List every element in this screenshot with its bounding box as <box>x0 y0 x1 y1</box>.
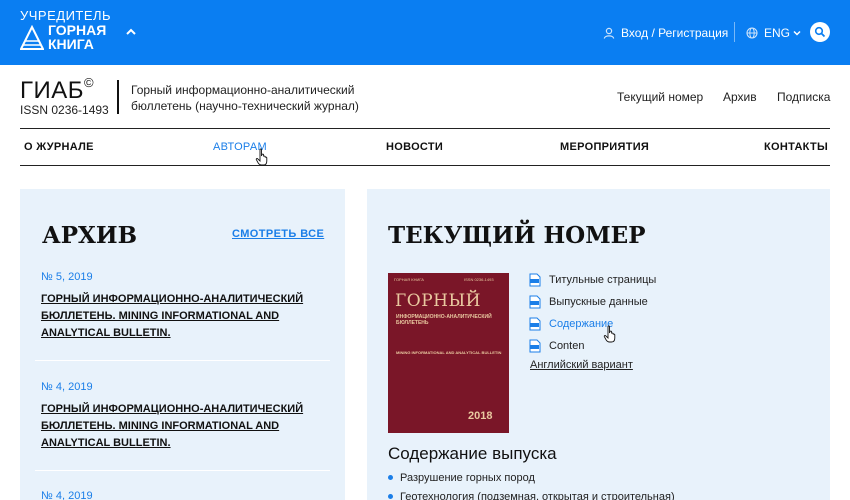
contents-item[interactable]: Разрушение горных пород <box>388 472 535 484</box>
hand-cursor-icon <box>603 325 616 343</box>
nav-item-about[interactable]: О ЖУРНАЛЕ <box>24 141 94 153</box>
contents-item-label: Разрушение горных пород <box>400 472 535 484</box>
pdf-icon <box>529 273 541 287</box>
doc-link-contents[interactable]: Содержание <box>529 316 613 332</box>
journal-issn: ISSN 0236-1493 <box>20 103 109 117</box>
publisher-logo[interactable]: УЧРЕДИТЕЛЬ ГОРНАЯ КНИГА <box>20 8 130 56</box>
nav-top-border <box>20 128 830 129</box>
pdf-icon <box>529 295 541 309</box>
journal-abbr-text: ГИАБ <box>20 77 85 104</box>
hand-cursor-icon <box>255 148 268 166</box>
cover-issn: ISSN 0236-1493 <box>464 277 494 282</box>
cover-title: ГОРНЫЙ <box>395 291 482 311</box>
archive-card: АРХИВ СМОТРЕТЬ ВСЕ № 5, 2019 ГОРНЫЙ ИНФО… <box>20 189 345 500</box>
english-version-link[interactable]: Английский вариант <box>530 359 633 371</box>
nav-item-news[interactable]: НОВОСТИ <box>386 141 443 153</box>
header-link-current-issue[interactable]: Текущий номер <box>617 90 703 104</box>
login-register-link[interactable]: Вход / Регистрация <box>603 24 728 42</box>
contents-item-label: Геотехнология (подземная, открытая и стр… <box>400 491 675 500</box>
cover-subtitle: ИНФОРМАЦИОННО-АНАЛИТИЧЕСКИЙ БЮЛЛЕТЕНЬ <box>396 314 492 326</box>
bullet-icon <box>388 493 393 499</box>
publisher-name-line1: ГОРНАЯ <box>48 22 107 38</box>
nav-bottom-border <box>20 165 830 166</box>
doc-link-label: Conten <box>549 340 585 352</box>
doc-link-label: Выпускные данные <box>549 296 648 308</box>
top-bar: УЧРЕДИТЕЛЬ ГОРНАЯ КНИГА Вход / Регистрац… <box>0 0 850 65</box>
nav-item-contacts[interactable]: КОНТАКТЫ <box>764 141 828 153</box>
chevron-down-icon <box>793 30 801 36</box>
archive-issue-title[interactable]: ГОРНЫЙ ИНФОРМАЦИОННО-АНАЛИТИЧЕСКИЙ БЮЛЛЕ… <box>41 291 331 342</box>
publisher-name-line2: КНИГА <box>48 36 94 52</box>
archive-issue-title[interactable]: ГОРНЫЙ ИНФОРМАЦИОННО-АНАЛИТИЧЕСКИЙ БЮЛЛЕ… <box>41 401 331 452</box>
contents-item[interactable]: Геотехнология (подземная, открытая и стр… <box>388 491 675 500</box>
user-icon <box>603 27 615 39</box>
header-link-archive[interactable]: Архив <box>723 90 757 104</box>
archive-issue-number[interactable]: № 4, 2019 <box>41 381 93 393</box>
globe-icon <box>746 27 758 39</box>
language-switcher[interactable]: ENG <box>746 24 801 42</box>
doc-link-contents-en[interactable]: Conten <box>529 338 584 354</box>
doc-link-title-pages[interactable]: Титульные страницы <box>529 272 656 288</box>
publisher-name: ГОРНАЯ КНИГА <box>48 23 106 51</box>
search-icon <box>814 26 826 38</box>
archive-issue-number[interactable]: № 4, 2019 <box>41 490 93 500</box>
journal-description: Горный информационно-аналитический бюлле… <box>131 83 359 113</box>
archive-separator <box>35 470 330 471</box>
archive-issue-number[interactable]: № 5, 2019 <box>41 271 93 283</box>
search-button[interactable] <box>810 22 830 42</box>
header-link-subscription[interactable]: Подписка <box>777 90 830 104</box>
brand-divider <box>117 80 119 114</box>
see-all-link[interactable]: СМОТРЕТЬ ВСЕ <box>232 228 324 240</box>
cover-subtitle-en: MINING INFORMATIONAL AND ANALYTICAL BULL… <box>396 350 502 355</box>
topbar-divider <box>734 22 735 42</box>
copyright-mark: © <box>84 75 95 90</box>
bullet-icon <box>388 474 393 480</box>
pdf-icon <box>529 317 541 331</box>
issue-cover-image[interactable]: ГОРНАЯ КНИГА ISSN 0236-1493 ГОРНЫЙ ИНФОР… <box>388 273 509 433</box>
cover-year: 2018 <box>468 410 493 422</box>
current-issue-title: ТЕКУЩИЙ НОМЕР <box>388 222 646 249</box>
archive-separator <box>35 360 330 361</box>
doc-link-label: Титульные страницы <box>549 274 657 286</box>
founder-label: УЧРЕДИТЕЛЬ <box>20 8 112 23</box>
journal-brand[interactable]: ГИАБ© ISSN 0236-1493 <box>20 75 120 119</box>
archive-title: АРХИВ <box>42 222 138 249</box>
current-issue-card: ТЕКУЩИЙ НОМЕР ГОРНАЯ КНИГА ISSN 0236-149… <box>367 189 830 500</box>
language-label: ENG <box>764 26 791 40</box>
nav-item-events[interactable]: МЕРОПРИЯТИЯ <box>560 141 649 153</box>
cover-publisher: ГОРНАЯ КНИГА <box>394 277 424 282</box>
issue-contents-title: Содержание выпуска <box>388 444 557 463</box>
doc-link-imprint[interactable]: Выпускные данные <box>529 294 648 310</box>
login-register-label: Вход / Регистрация <box>621 26 729 40</box>
chevron-up-icon[interactable] <box>124 25 138 39</box>
journal-abbr: ГИАБ© <box>20 75 95 105</box>
pdf-icon <box>529 339 541 353</box>
mountain-logo-icon <box>20 25 44 50</box>
